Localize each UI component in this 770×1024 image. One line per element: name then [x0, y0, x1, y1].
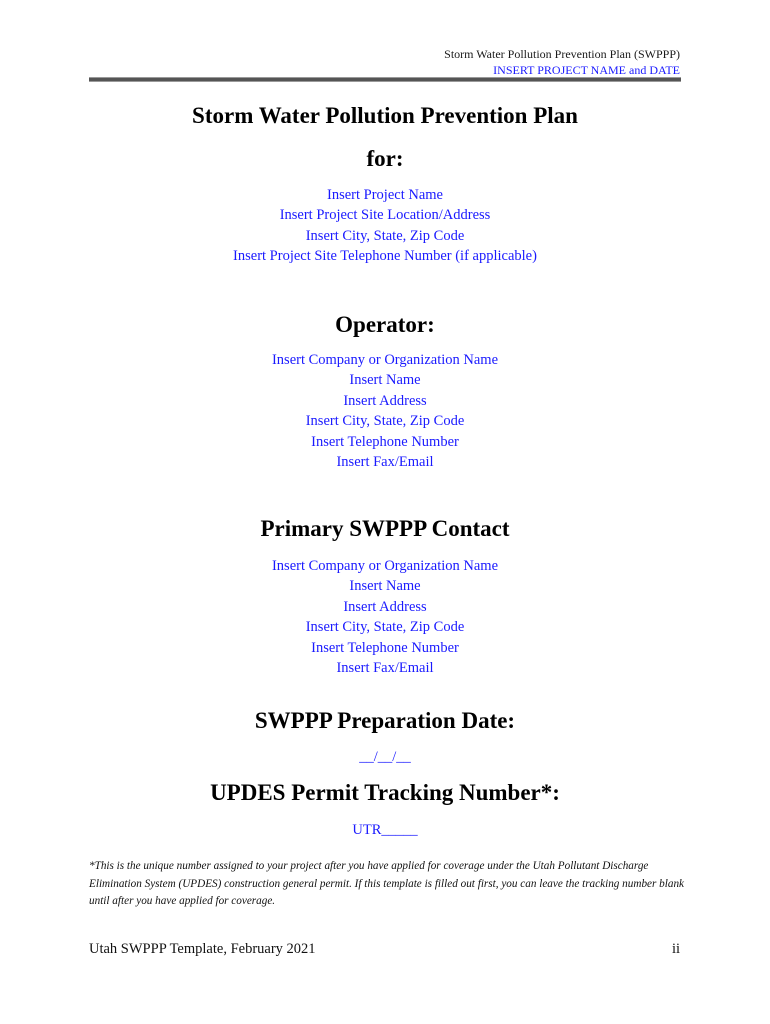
- preparation-date-field[interactable]: __/__/__: [0, 747, 770, 767]
- contact-name-field[interactable]: Insert Name: [0, 576, 770, 596]
- contact-heading: Primary SWPPP Contact: [260, 516, 510, 541]
- page-title: Storm Water Pollution Prevention Plan: [192, 103, 578, 128]
- project-name-field[interactable]: Insert Project Name: [0, 185, 770, 205]
- preparation-date-section: SWPPP Preparation Date:: [0, 707, 770, 735]
- document-page: Storm Water Pollution Prevention Plan (S…: [0, 0, 770, 1024]
- title-section: Storm Water Pollution Prevention Plan fo…: [0, 102, 770, 173]
- running-header: Storm Water Pollution Prevention Plan (S…: [444, 46, 680, 78]
- preparation-date-heading: SWPPP Preparation Date:: [254, 708, 516, 733]
- operator-company-field[interactable]: Insert Company or Organization Name: [0, 350, 770, 370]
- operator-address-field[interactable]: Insert Address: [0, 391, 770, 411]
- project-info: Insert Project Name Insert Project Site …: [0, 185, 770, 267]
- contact-address-field[interactable]: Insert Address: [0, 597, 770, 617]
- page-title-for: for:: [366, 146, 404, 171]
- contact-company-field[interactable]: Insert Company or Organization Name: [0, 556, 770, 576]
- permit-heading: UPDES Permit Tracking Number*:: [210, 780, 560, 805]
- header-project-placeholder[interactable]: INSERT PROJECT NAME and DATE: [444, 62, 680, 78]
- project-site-address-field[interactable]: Insert Project Site Location/Address: [0, 205, 770, 225]
- footnote: *This is the unique number assigned to y…: [89, 860, 685, 907]
- footer-template-label: Utah SWPPP Template, February 2021: [89, 941, 316, 957]
- operator-telephone-field[interactable]: Insert Telephone Number: [0, 432, 770, 452]
- header-rule: [89, 77, 681, 82]
- project-city-state-zip-field[interactable]: Insert City, State, Zip Code: [0, 226, 770, 246]
- permit-section: UPDES Permit Tracking Number*:: [0, 779, 770, 807]
- operator-city-state-zip-field[interactable]: Insert City, State, Zip Code: [0, 411, 770, 431]
- contact-city-state-zip-field[interactable]: Insert City, State, Zip Code: [0, 617, 770, 637]
- contact-section: Primary SWPPP Contact: [0, 515, 770, 543]
- permit-value-wrap: UTR_____: [0, 820, 770, 840]
- footer-page-number: ii: [671, 941, 680, 957]
- contact-telephone-field[interactable]: Insert Telephone Number: [0, 638, 770, 658]
- project-telephone-field[interactable]: Insert Project Site Telephone Number (if…: [0, 246, 770, 266]
- contact-info: Insert Company or Organization Name Inse…: [0, 556, 770, 678]
- preparation-date-value-wrap: __/__/__: [0, 747, 770, 767]
- permit-tracking-number-field[interactable]: UTR_____: [0, 820, 770, 840]
- operator-info: Insert Company or Organization Name Inse…: [0, 350, 770, 472]
- operator-name-field[interactable]: Insert Name: [0, 370, 770, 390]
- operator-section: Operator:: [0, 311, 770, 339]
- contact-fax-email-field[interactable]: Insert Fax/Email: [0, 658, 770, 678]
- header-document-title: Storm Water Pollution Prevention Plan (S…: [444, 47, 680, 61]
- operator-heading: Operator:: [335, 312, 435, 337]
- operator-fax-email-field[interactable]: Insert Fax/Email: [0, 452, 770, 472]
